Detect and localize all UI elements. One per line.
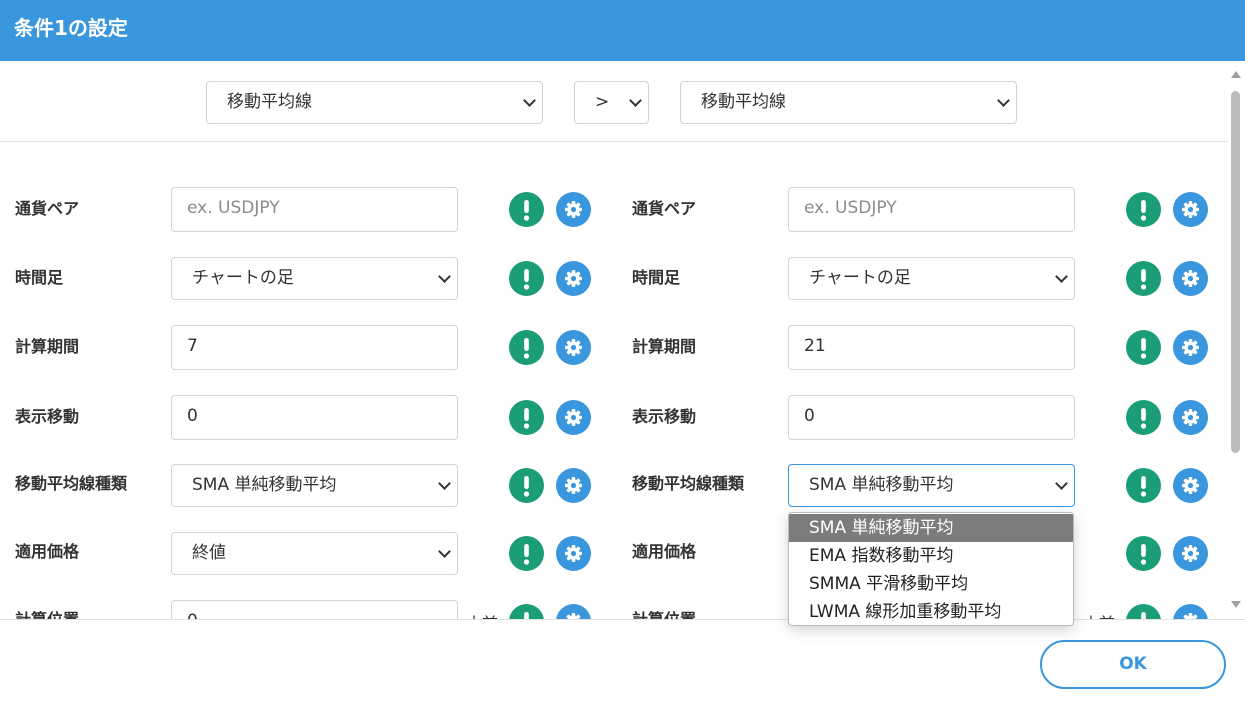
chevron-down-icon [438,544,451,558]
right-calc-position-warning-icon[interactable] [1126,604,1161,619]
left-ma-type-gear-icon[interactable] [556,468,591,503]
right-ma-type-value: SMA 単純移動平均 [809,475,954,495]
chevron-down-icon [997,93,1010,107]
left-timeframe-value: チャートの足 [192,268,294,288]
right-shift-warning-icon[interactable] [1126,400,1161,435]
left-applied-price-value: 終値 [192,543,226,563]
left-calc-position-value: 0 [187,611,198,619]
left-ma-type-warning-icon[interactable] [509,468,544,503]
left-shift-value: 0 [187,406,198,426]
ma-type-dropdown-list: SMA 単純移動平均 EMA 指数移動平均 SMMA 平滑移動平均 LWMA 線… [788,512,1074,626]
right-currency-pair-gear-icon[interactable] [1173,192,1208,227]
right-currency-pair-placeholder: ex. USDJPY [804,198,897,218]
right-applied-price-label: 適用価格 [632,542,697,561]
right-period-gear-icon[interactable] [1173,330,1208,365]
right-ma-type-select[interactable]: SMA 単純移動平均 [788,464,1075,507]
right-applied-price-warning-icon[interactable] [1126,536,1161,571]
left-period-input[interactable]: 7 [171,325,458,370]
right-period-input[interactable]: 21 [788,325,1075,370]
chevron-down-icon [629,93,642,107]
right-shift-label: 表示移動 [632,407,697,426]
left-period-gear-icon[interactable] [556,330,591,365]
right-ma-type-gear-icon[interactable] [1173,468,1208,503]
left-applied-price-label: 適用価格 [15,542,80,561]
dialog-footer: OK [0,619,1245,716]
dialog-title: 条件1の設定 [14,16,128,40]
left-ma-type-label: 移動平均線種類 [15,474,128,493]
left-calc-position-warning-icon[interactable] [509,604,544,619]
operator-select[interactable]: > [574,81,649,124]
left-ma-type-select[interactable]: SMA 単純移動平均 [171,464,458,507]
left-timeframe-warning-icon[interactable] [509,261,544,296]
left-timeframe-label: 時間足 [15,268,64,287]
right-applied-price-gear-icon[interactable] [1173,536,1208,571]
right-indicator-value: 移動平均線 [701,92,786,112]
left-shift-gear-icon[interactable] [556,400,591,435]
right-timeframe-value: チャートの足 [809,268,911,288]
right-calc-position-unit: 本前 [1083,610,1115,619]
ma-type-option-sma[interactable]: SMA 単純移動平均 [789,514,1073,542]
left-shift-input[interactable]: 0 [171,395,458,440]
left-indicator-select[interactable]: 移動平均線 [206,81,543,124]
left-applied-price-gear-icon[interactable] [556,536,591,571]
right-period-value: 21 [804,336,826,356]
left-timeframe-select[interactable]: チャートの足 [171,257,458,300]
left-currency-pair-placeholder: ex. USDJPY [187,198,280,218]
vertical-scrollbar[interactable] [1228,61,1245,619]
left-period-value: 7 [187,336,198,356]
left-applied-price-select[interactable]: 終値 [171,532,458,575]
left-applied-price-warning-icon[interactable] [509,536,544,571]
left-shift-label: 表示移動 [15,407,80,426]
ok-button[interactable]: OK [1040,640,1226,689]
scroll-down-arrow-icon[interactable] [1231,601,1241,608]
right-timeframe-label: 時間足 [632,268,681,287]
right-timeframe-gear-icon[interactable] [1173,261,1208,296]
right-indicator-select[interactable]: 移動平均線 [680,81,1017,124]
left-currency-pair-input[interactable]: ex. USDJPY [171,187,458,232]
chevron-down-icon [1055,269,1068,283]
right-timeframe-select[interactable]: チャートの足 [788,257,1075,300]
left-currency-pair-warning-icon[interactable] [509,192,544,227]
left-calc-position-gear-icon[interactable] [556,604,591,619]
right-ma-type-label: 移動平均線種類 [632,474,745,493]
left-calc-position-unit: 本前 [466,610,498,619]
chevron-down-icon [438,476,451,490]
left-timeframe-gear-icon[interactable] [556,261,591,296]
right-ma-type-warning-icon[interactable] [1126,468,1161,503]
left-currency-pair-gear-icon[interactable] [556,192,591,227]
left-shift-warning-icon[interactable] [509,400,544,435]
ma-type-option-smma[interactable]: SMMA 平滑移動平均 [789,570,1073,598]
ma-type-option-lwma[interactable]: LWMA 線形加重移動平均 [789,598,1073,625]
right-timeframe-warning-icon[interactable] [1126,261,1161,296]
right-calc-position-gear-icon[interactable] [1173,604,1208,619]
scroll-thumb[interactable] [1231,91,1240,453]
right-shift-value: 0 [804,406,815,426]
dialog-header: 条件1の設定 [0,0,1245,61]
right-currency-pair-input[interactable]: ex. USDJPY [788,187,1075,232]
right-period-warning-icon[interactable] [1126,330,1161,365]
chevron-down-icon [523,93,536,107]
ma-type-option-ema[interactable]: EMA 指数移動平均 [789,542,1073,570]
chevron-down-icon [438,269,451,283]
right-currency-pair-label: 通貨ペア [632,199,697,218]
left-period-warning-icon[interactable] [509,330,544,365]
left-currency-pair-label: 通貨ペア [15,199,80,218]
scroll-up-arrow-icon[interactable] [1231,71,1241,78]
left-ma-type-value: SMA 単純移動平均 [192,475,337,495]
left-calc-position-label: 計算位置 [15,610,79,619]
right-shift-input[interactable]: 0 [788,395,1075,440]
chevron-down-icon [1055,476,1068,490]
left-period-label: 計算期間 [15,337,80,356]
left-calc-position-input[interactable]: 0 [171,600,458,619]
left-indicator-value: 移動平均線 [227,92,312,112]
right-calc-position-label: 計算位置 [632,610,696,619]
right-period-label: 計算期間 [632,337,697,356]
right-shift-gear-icon[interactable] [1173,400,1208,435]
operator-value: > [595,92,610,112]
divider [0,141,1228,142]
right-currency-pair-warning-icon[interactable] [1126,192,1161,227]
